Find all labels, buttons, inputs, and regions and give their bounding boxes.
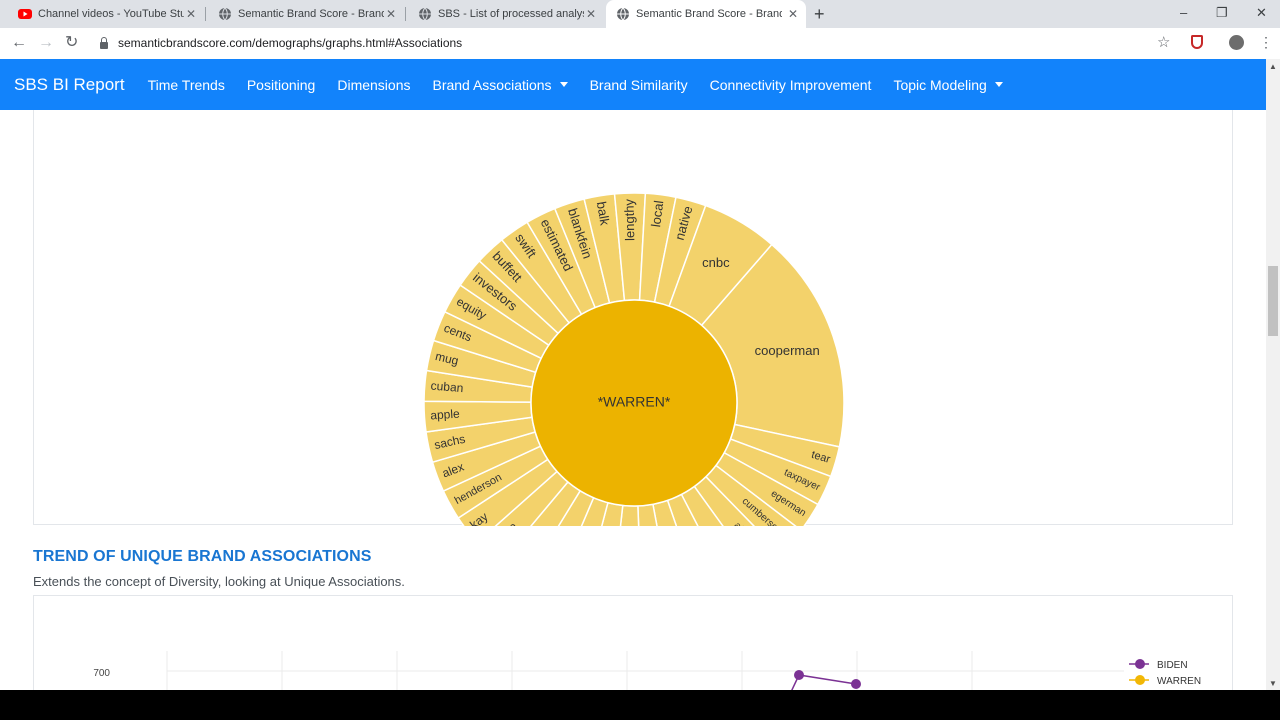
section-title: TREND OF UNIQUE BRAND ASSOCIATIONS <box>33 548 372 565</box>
profile-avatar[interactable] <box>1229 35 1244 50</box>
os-taskbar <box>0 690 1280 720</box>
nav-dimensions[interactable]: Dimensions <box>337 77 410 93</box>
sunburst-label: apple <box>430 407 461 423</box>
sunburst-label: cuban <box>430 378 464 395</box>
navbar-brand[interactable]: SBS BI Report <box>14 75 125 95</box>
minimize-icon[interactable]: – <box>1180 3 1187 23</box>
youtube-icon <box>18 7 32 21</box>
chevron-down-icon <box>994 82 1003 88</box>
nav-positioning[interactable]: Positioning <box>247 77 316 93</box>
sunburst-card: coopermanteartaxpayeregermancumbersomeal… <box>33 110 1234 526</box>
bookmark-star-icon[interactable]: ☆ <box>1157 33 1170 51</box>
sunburst-label: cnbc <box>702 255 730 270</box>
legend-label[interactable]: BIDEN <box>1157 660 1188 671</box>
extension-shield-icon[interactable] <box>1191 35 1203 49</box>
tab-semantic-brand-score[interactable]: Semantic Brand Score - Brand Im ✕ <box>208 0 404 28</box>
nav-time-trends[interactable]: Time Trends <box>148 77 225 93</box>
series-line-biden <box>791 674 857 690</box>
data-point-biden[interactable] <box>794 670 804 680</box>
chevron-down-icon <box>559 82 568 88</box>
new-tab-icon[interactable]: + <box>814 4 825 24</box>
url-text: semanticbrandscore.com/demographs/graphs… <box>118 36 463 50</box>
menu-dots-icon[interactable]: ⋮ <box>1259 34 1273 51</box>
tab-title: Channel videos - YouTube Studio <box>38 8 184 20</box>
browser-toolbar: ← → ↻ semanticbrandscore.com/demographs/… <box>0 28 1280 60</box>
globe-icon <box>616 7 630 21</box>
lock-icon <box>100 36 108 49</box>
section-subtitle: Extends the concept of Diversity, lookin… <box>33 574 405 589</box>
site-navbar: SBS BI Report Time Trends Positioning Di… <box>0 59 1266 110</box>
legend-marker <box>1135 659 1145 669</box>
nav-brand-similarity[interactable]: Brand Similarity <box>590 77 688 93</box>
y-tick-label: 700 <box>93 668 110 679</box>
maximize-icon[interactable]: ❐ <box>1216 3 1228 23</box>
nav-brand-associations[interactable]: Brand Associations <box>432 76 568 93</box>
close-tab-icon[interactable]: ✕ <box>186 7 196 21</box>
browser-tab-strip: Channel videos - YouTube Studio ✕ Semant… <box>0 0 1280 28</box>
nav-topic-modeling[interactable]: Topic Modeling <box>893 76 1003 93</box>
tab-youtube-studio[interactable]: Channel videos - YouTube Studio ✕ <box>8 0 204 28</box>
close-tab-icon[interactable]: ✕ <box>788 7 798 21</box>
trend-line-chart[interactable]: 700 BIDEN WARREN <box>34 596 1234 690</box>
trend-chart-card: 700 BIDEN WARREN <box>33 595 1233 690</box>
tab-title: SBS - List of processed analysis <box>438 8 584 20</box>
reload-icon[interactable]: ↻ <box>65 33 78 53</box>
nav-connectivity-improvement[interactable]: Connectivity Improvement <box>710 77 872 93</box>
tab-title: Semantic Brand Score - Brand Im <box>238 8 384 20</box>
page-scrollbar[interactable]: ▲ ▼ <box>1266 59 1280 690</box>
sunburst-label: cooperman <box>755 343 820 358</box>
data-point-biden[interactable] <box>851 679 861 689</box>
tab-title: Semantic Brand Score - Brand Im <box>636 8 782 20</box>
sunburst-label: lengthy <box>622 198 638 241</box>
forward-icon[interactable]: → <box>38 33 54 53</box>
close-tab-icon[interactable]: ✕ <box>586 7 596 21</box>
tab-semantic-brand-score-active[interactable]: Semantic Brand Score - Brand Im ✕ <box>606 0 806 28</box>
sunburst-chart[interactable]: coopermanteartaxpayeregermancumbersomeal… <box>34 110 1234 526</box>
tab-divider <box>205 7 206 21</box>
legend-label[interactable]: WARREN <box>1157 676 1201 687</box>
tab-sbs-list[interactable]: SBS - List of processed analysis ✕ <box>408 0 604 28</box>
nav-label: Topic Modeling <box>893 76 987 93</box>
address-bar[interactable]: semanticbrandscore.com/demographs/graphs… <box>92 30 1182 56</box>
nav-label: Brand Associations <box>432 76 552 93</box>
sunburst-center-label: *WARREN* <box>598 394 671 410</box>
scroll-up-icon[interactable]: ▲ <box>1269 62 1277 71</box>
tab-divider <box>405 7 406 21</box>
legend-marker <box>1135 675 1145 685</box>
globe-icon <box>218 7 232 21</box>
close-tab-icon[interactable]: ✕ <box>386 7 396 21</box>
scroll-down-icon[interactable]: ▼ <box>1269 679 1277 688</box>
back-icon[interactable]: ← <box>11 33 27 53</box>
close-window-icon[interactable]: ✕ <box>1256 3 1267 23</box>
scrollbar-thumb[interactable] <box>1268 266 1278 336</box>
page-content: coopermanteartaxpayeregermancumbersomeal… <box>0 110 1266 690</box>
globe-icon <box>418 7 432 21</box>
